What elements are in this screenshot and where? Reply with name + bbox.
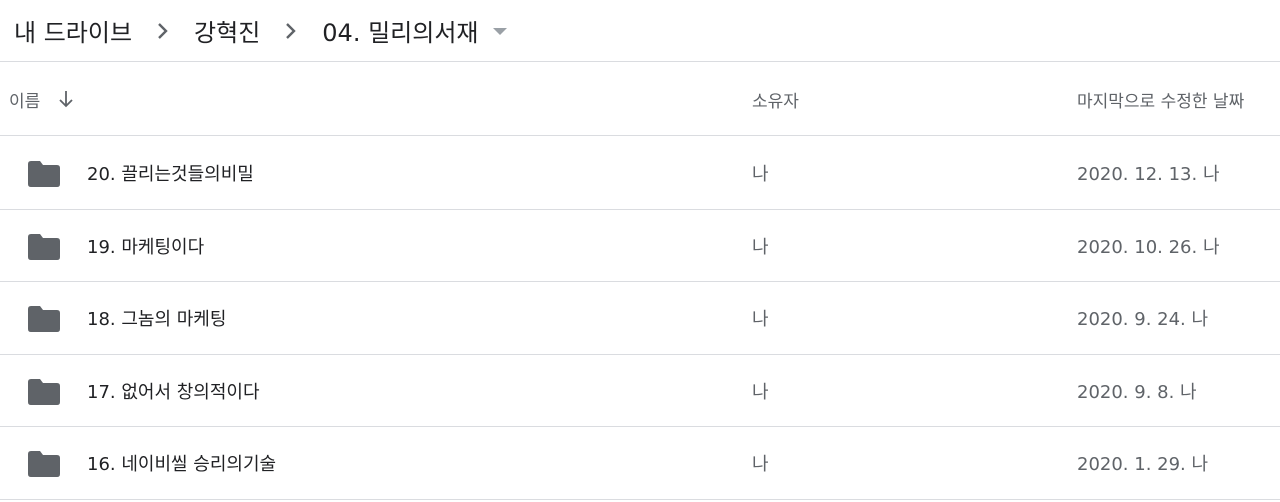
table-row[interactable]: 16. 네이비씰 승리의기술 나 2020. 1. 29. 나 [0, 427, 1280, 500]
folder-icon [28, 306, 60, 333]
breadcrumb-current-folder[interactable]: 04. 밀리의서재 [322, 13, 508, 48]
row-owner: 나 [752, 309, 769, 331]
table-row[interactable]: 20. 끌리는것들의비밀 나 2020. 12. 13. 나 [0, 137, 1280, 210]
caret-down-icon [492, 26, 508, 36]
column-header-owner[interactable]: 소유자 [752, 63, 799, 135]
folder-icon [28, 451, 60, 478]
column-header-name-label: 이름 [9, 91, 41, 112]
table-row[interactable]: 17. 없어서 창의적이다 나 2020. 9. 8. 나 [0, 355, 1280, 428]
breadcrumb-current-label: 04. 밀리의서재 [322, 19, 479, 47]
breadcrumb-folder[interactable]: 강혁진 [194, 13, 260, 48]
column-header-modified[interactable]: 마지막으로 수정한 날짜 [1077, 63, 1244, 135]
column-header-row: 이름 소유자 마지막으로 수정한 날짜 [0, 63, 1280, 136]
column-header-name[interactable]: 이름 [9, 63, 76, 135]
row-name: 20. 끌리는것들의비밀 [87, 164, 254, 185]
row-name: 18. 그놈의 마케팅 [87, 309, 227, 331]
row-modified: 2020. 9. 8. 나 [1077, 381, 1197, 403]
table-row[interactable]: 18. 그놈의 마케팅 나 2020. 9. 24. 나 [0, 282, 1280, 355]
file-list: 20. 끌리는것들의비밀 나 2020. 12. 13. 나 19. 마케팅이다… [0, 137, 1280, 500]
table-row[interactable]: 19. 마케팅이다 나 2020. 10. 26. 나 [0, 210, 1280, 283]
chevron-right-icon [260, 16, 322, 46]
arrow-down-icon[interactable] [56, 89, 76, 109]
breadcrumb-my-drive[interactable]: 내 드라이브 [14, 13, 132, 48]
row-name: 17. 없어서 창의적이다 [87, 381, 260, 403]
row-name: 16. 네이비씰 승리의기술 [87, 454, 277, 476]
folder-icon [28, 161, 60, 187]
row-modified: 2020. 1. 29. 나 [1077, 454, 1209, 476]
chevron-right-icon [132, 16, 194, 46]
breadcrumb: 내 드라이브 강혁진 04. 밀리의서재 [0, 0, 1280, 62]
row-owner: 나 [752, 454, 769, 476]
row-modified: 2020. 12. 13. 나 [1077, 164, 1220, 185]
row-owner: 나 [752, 164, 769, 185]
folder-icon [28, 378, 60, 405]
row-name: 19. 마케팅이다 [87, 236, 205, 258]
row-modified: 2020. 9. 24. 나 [1077, 309, 1209, 331]
row-owner: 나 [752, 236, 769, 258]
row-owner: 나 [752, 381, 769, 403]
row-modified: 2020. 10. 26. 나 [1077, 236, 1220, 258]
folder-icon [28, 233, 60, 260]
